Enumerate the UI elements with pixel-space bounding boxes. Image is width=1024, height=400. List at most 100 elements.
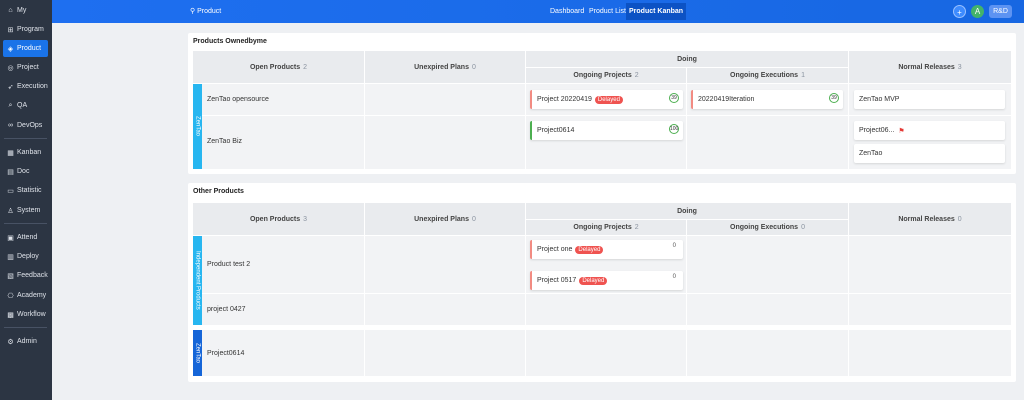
add-button[interactable]: +	[953, 5, 966, 18]
owned-products-panel: Products Ownedbyme Open Products 2 Unexpi…	[188, 33, 1016, 174]
plans-cell	[365, 330, 525, 376]
top-bar: ⚲ Product Dashboard Product List Product…	[52, 0, 1024, 23]
product-name[interactable]: Product test 2	[207, 261, 250, 268]
infinity-icon: ∞	[8, 122, 13, 129]
tab-dashboard[interactable]: Dashboard	[547, 3, 587, 20]
status-badge: Delayed	[594, 95, 623, 104]
deploy-icon: ▥	[7, 253, 14, 261]
sidebar-item-label: Workflow	[17, 311, 46, 318]
product-name[interactable]: Project0614	[207, 350, 244, 357]
header-ongoing-executions: Ongoing Executions 1	[687, 68, 848, 83]
sidebar-item-qa[interactable]: ⌕ QA	[3, 97, 48, 114]
project-card[interactable]: Project0614 100	[530, 121, 683, 140]
progress-value: 0	[672, 243, 676, 249]
sidebar-item-academy[interactable]: ⎔ Academy	[3, 287, 48, 304]
workflow-icon: ▩	[7, 311, 14, 319]
sidebar-divider	[4, 223, 47, 224]
sidebar-item-kanban[interactable]: ▦ Kanban	[3, 144, 48, 161]
header-ongoing-executions: Ongoing Executions 0	[687, 220, 848, 235]
sidebar-item-label: Statistic	[17, 187, 42, 194]
product-name[interactable]: ZenTao Biz	[207, 138, 242, 145]
rocket-icon: ➶	[7, 83, 14, 91]
group-label-zentao: ZenTao	[193, 84, 202, 169]
sidebar-item-execution[interactable]: ➶ Execution	[3, 78, 48, 95]
kanban-icon: ▦	[7, 149, 14, 157]
executions-cell	[687, 330, 848, 376]
users-icon: ♙	[7, 207, 14, 215]
project-icon: ◎	[7, 64, 14, 72]
product-name[interactable]: ZenTao opensource	[207, 96, 269, 103]
group-label-zentao: ZenTao	[193, 330, 202, 376]
sidebar-item-program[interactable]: ⊞ Program	[3, 21, 48, 38]
sidebar-item-devops[interactable]: ∞ DevOps	[3, 117, 48, 134]
panel-title: Products Ownedbyme	[193, 38, 267, 45]
projects-cell	[526, 294, 686, 325]
sidebar-item-label: DevOps	[17, 122, 43, 129]
sidebar-item-label: Project	[17, 64, 39, 71]
sidebar-item-label: Admin	[17, 338, 37, 345]
progress-ring: 100	[669, 124, 679, 134]
header-normal-releases: Normal Releases 0	[849, 203, 1011, 235]
product-name[interactable]: project 0427	[207, 306, 246, 313]
plans-cell	[365, 84, 525, 115]
sidebar-item-statistic[interactable]: ▭ Statistic	[3, 182, 48, 199]
project-card[interactable]: Project 0517 Delayed 0	[530, 271, 683, 290]
project-card[interactable]: Project one Delayed 0	[530, 240, 683, 259]
role-badge[interactable]: R&D	[989, 5, 1012, 18]
header-ongoing-projects: Ongoing Projects 2	[526, 220, 686, 235]
header-doing: Doing	[526, 203, 848, 219]
project-card[interactable]: Project 20220419 Delayed 39	[530, 90, 683, 109]
chart-icon: ▭	[7, 187, 14, 195]
releases-cell	[849, 236, 1011, 293]
releases-cell	[849, 294, 1011, 325]
tab-product-list[interactable]: Product List	[586, 3, 629, 20]
header-normal-releases: Normal Releases 3	[849, 51, 1011, 83]
executions-cell	[687, 294, 848, 325]
sidebar-item-label: QA	[17, 102, 28, 109]
sidebar-item-project[interactable]: ◎ Project	[3, 59, 48, 76]
sidebar-item-deploy[interactable]: ▥ Deploy	[3, 248, 48, 265]
sidebar-item-product[interactable]: ◈ Product	[3, 40, 48, 57]
sidebar-item-label: Feedback	[17, 272, 48, 279]
execution-card[interactable]: 20220419Iteration 39	[691, 90, 843, 109]
releases-cell	[849, 330, 1011, 376]
avatar[interactable]: A	[971, 5, 984, 18]
tab-product-kanban[interactable]: Product Kanban	[626, 3, 687, 20]
location-pin-icon: ⚲	[190, 8, 196, 15]
sidebar-item-feedback[interactable]: ▧ Feedback	[3, 267, 48, 284]
sidebar-item-my[interactable]: ⌂ My	[3, 2, 48, 19]
product-icon: ◈	[7, 45, 14, 53]
flag-icon: ⚑	[898, 127, 905, 135]
sidebar-item-label: My	[17, 7, 27, 14]
executions-cell	[687, 236, 848, 293]
sidebar-item-system[interactable]: ♙ System	[3, 202, 48, 219]
plans-cell	[365, 116, 525, 169]
panel-title: Other Products	[193, 188, 244, 195]
academy-icon: ⎔	[7, 292, 14, 300]
header-open-products: Open Products 2	[193, 51, 364, 83]
status-badge: Delayed	[579, 276, 608, 285]
sidebar-item-label: Program	[17, 26, 44, 33]
release-card[interactable]: ZenTao	[854, 144, 1005, 163]
sidebar-item-label: Doc	[17, 168, 30, 175]
projects-cell	[526, 330, 686, 376]
calendar-icon: ▣	[7, 234, 14, 242]
doc-icon: ▤	[7, 168, 14, 176]
release-card[interactable]: Project06... ⚑	[854, 121, 1005, 140]
sidebar-item-admin[interactable]: ⚙ Admin	[3, 333, 48, 350]
sidebar-item-label: Attend	[17, 234, 38, 241]
sidebar-divider	[4, 327, 47, 328]
sidebar-item-workflow[interactable]: ▩ Workflow	[3, 306, 48, 323]
breadcrumb[interactable]: ⚲ Product	[190, 7, 221, 15]
sidebar-item-label: System	[17, 207, 41, 214]
header-unexpired-plans: Unexpired Plans 0	[365, 203, 525, 235]
release-card[interactable]: ZenTao MVP	[854, 90, 1005, 109]
sidebar-item-doc[interactable]: ▤ Doc	[3, 163, 48, 180]
home-icon: ⌂	[8, 7, 13, 14]
plans-cell	[365, 294, 525, 325]
admin-icon: ⚙	[7, 338, 14, 346]
plus-icon: +	[957, 8, 962, 17]
sidebar-item-attend[interactable]: ▣ Attend	[3, 229, 48, 246]
sidebar-item-label: Academy	[17, 292, 47, 299]
progress-ring: 39	[829, 93, 839, 103]
